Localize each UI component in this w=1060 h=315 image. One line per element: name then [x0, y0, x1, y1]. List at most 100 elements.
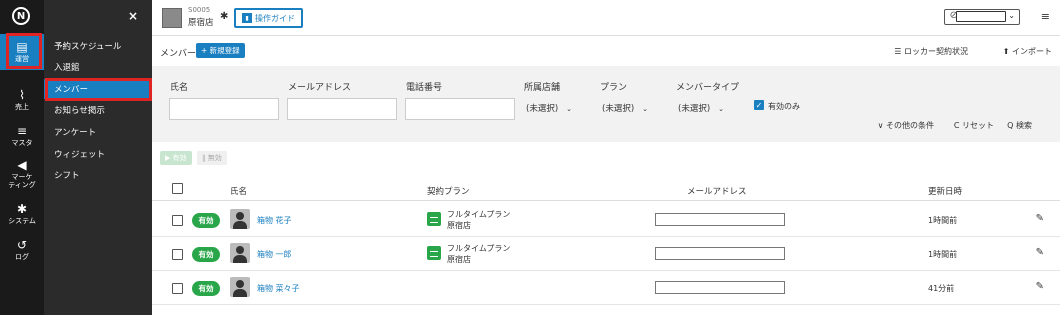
column-email: メールアドレス	[687, 187, 747, 197]
top-bar: S0005 原宿店 ✱ ▮ 操作ガイド ⊘ ⌄ ≡	[152, 0, 1060, 36]
page-title: メンバー	[160, 49, 197, 59]
highlight-frame	[45, 78, 152, 101]
plan-filter-value: (未選択)	[602, 104, 635, 114]
guide-label: 操作ガイド	[255, 13, 295, 23]
name-filter-label: 氏名	[170, 83, 189, 93]
phone-filter-label: 電話番号	[406, 83, 443, 93]
rail-item-sales[interactable]: ⌇ 売上	[0, 82, 44, 118]
select-all-checkbox[interactable]	[172, 183, 183, 194]
store-filter-label: 所属店舗	[524, 83, 561, 93]
app-logo[interactable]: N	[12, 7, 30, 25]
updated-time: 1時間前	[928, 250, 958, 259]
rail-item-label: 売上	[15, 103, 29, 111]
other-conditions-button[interactable]: ∨ その他の条件	[878, 120, 934, 131]
column-updated: 更新日時	[928, 187, 963, 197]
menu-item-reservation[interactable]: 予約スケジュール	[44, 36, 152, 56]
store-name: 原宿店	[188, 18, 214, 28]
plan-name: フルタイムプラン	[447, 244, 511, 253]
chevron-down-icon: ⌄	[566, 105, 573, 113]
plan-store: 原宿店	[447, 255, 471, 264]
plan-filter-select[interactable]: (未選択) ⌄	[602, 102, 648, 116]
member-name-link[interactable]: 箱物 菜々子	[257, 283, 300, 294]
menu-item-survey[interactable]: アンケート	[44, 122, 152, 142]
email-filter-label: メールアドレス	[288, 83, 352, 93]
reset-button[interactable]: C リセット	[954, 120, 994, 131]
gear-icon[interactable]: ✱	[220, 11, 228, 22]
rail-item-log[interactable]: ↺ ログ	[0, 232, 44, 268]
disable-button[interactable]: ‖ 無効	[197, 151, 227, 165]
plan-name: フルタイムプラン	[447, 210, 511, 219]
edit-icon[interactable]: ✎	[1036, 281, 1044, 292]
avatar	[230, 209, 250, 229]
type-filter-select[interactable]: (未選択) ⌄	[678, 102, 724, 116]
updated-time: 1時間前	[928, 216, 958, 225]
import-button[interactable]: ⬆ インポート	[1003, 46, 1052, 57]
row-checkbox[interactable]	[172, 283, 183, 294]
column-plan: 契約プラン	[427, 187, 470, 197]
chevron-down-icon: ⌄	[642, 105, 649, 113]
email-redacted	[655, 247, 785, 260]
rail-item-marketing[interactable]: ◀ マーケ ティング	[0, 156, 44, 192]
rail-item-system[interactable]: ✱ システム	[0, 196, 44, 232]
row-checkbox[interactable]	[172, 249, 183, 260]
rail-item-label: マーケ ティング	[8, 173, 36, 189]
store-thumbnail	[162, 8, 182, 28]
close-icon[interactable]: ×	[128, 9, 138, 23]
filter-panel: 氏名 メールアドレス 電話番号 所属店舗 プラン メンバータイプ (未選択) ⌄ …	[152, 66, 1060, 142]
name-filter-input[interactable]	[169, 98, 279, 120]
member-header: メンバー + 新規登録 ☰ ロッカー契約状況 ⬆ インポート	[152, 38, 1060, 64]
new-member-button[interactable]: + 新規登録	[196, 43, 245, 58]
menu-item-notices[interactable]: お知らせ掲示	[44, 100, 152, 120]
plan-card-icon	[427, 246, 441, 260]
locker-status-button[interactable]: ☰ ロッカー契約状況	[894, 46, 968, 57]
avatar	[230, 243, 250, 263]
database-icon: ≡	[16, 124, 28, 138]
book-icon: ▮	[242, 13, 252, 23]
type-filter-value: (未選択)	[678, 104, 711, 114]
active-only-checkbox[interactable]: ✓	[754, 100, 764, 110]
column-name: 氏名	[230, 187, 248, 197]
chart-icon: ⌇	[19, 88, 25, 102]
active-only-label: 有効のみ	[768, 102, 800, 111]
gear-icon: ✱	[16, 202, 28, 216]
rail-item-master[interactable]: ≡ マスタ	[0, 118, 44, 154]
status-badge: 有効	[192, 247, 220, 262]
chevron-down-icon: ⌄	[1008, 11, 1015, 20]
phone-filter-input[interactable]	[405, 98, 515, 120]
table-row: 有効 箱物 一郎 フルタイムプラン 原宿店 1時間前 ✎	[152, 237, 1060, 271]
menu-item-widget[interactable]: ウィジェット	[44, 144, 152, 164]
guide-button[interactable]: ▮ 操作ガイド	[234, 8, 303, 28]
rail-item-label: マスタ	[11, 139, 33, 147]
side-menu: × 予約スケジュール 入退館 メンバー お知らせ掲示 アンケート ウィジェット …	[44, 0, 152, 315]
plan-store: 原宿店	[447, 221, 471, 230]
rail-item-label: システム	[8, 217, 36, 225]
edit-icon[interactable]: ✎	[1036, 213, 1044, 224]
table-header: 氏名 契約プラン メールアドレス 更新日時	[152, 179, 1060, 201]
edit-icon[interactable]: ✎	[1036, 247, 1044, 258]
status-badge: 有効	[192, 281, 220, 296]
hamburger-icon[interactable]: ≡	[1041, 10, 1050, 23]
store-filter-select[interactable]: (未選択) ⌄	[526, 102, 572, 116]
type-filter-label: メンバータイプ	[676, 83, 740, 93]
highlight-frame	[6, 33, 42, 69]
enable-button[interactable]: ▶ 有効	[160, 151, 192, 165]
megaphone-icon: ◀	[17, 158, 27, 172]
rail-item-label: ログ	[15, 253, 29, 261]
status-badge: 有効	[192, 213, 220, 228]
row-checkbox[interactable]	[172, 215, 183, 226]
member-name-link[interactable]: 箱物 花子	[257, 215, 292, 226]
updated-time: 41分前	[928, 284, 955, 293]
email-filter-input[interactable]	[287, 98, 397, 120]
avatar	[230, 277, 250, 297]
table-row: 有効 箱物 花子 フルタイムプラン 原宿店 1時間前 ✎	[152, 203, 1060, 237]
history-icon: ↺	[16, 238, 28, 252]
store-filter-value: (未選択)	[526, 104, 559, 114]
store-code: S0005	[188, 6, 211, 14]
member-name-link[interactable]: 箱物 一郎	[257, 249, 292, 260]
store-select-field	[956, 11, 1006, 22]
table-row: 有効 箱物 菜々子 41分前 ✎	[152, 271, 1060, 305]
menu-item-shift[interactable]: シフト	[44, 165, 152, 185]
menu-item-checkin[interactable]: 入退館	[44, 57, 152, 77]
search-button[interactable]: Q 検索	[1007, 120, 1032, 131]
chevron-down-icon: ⌄	[718, 105, 725, 113]
